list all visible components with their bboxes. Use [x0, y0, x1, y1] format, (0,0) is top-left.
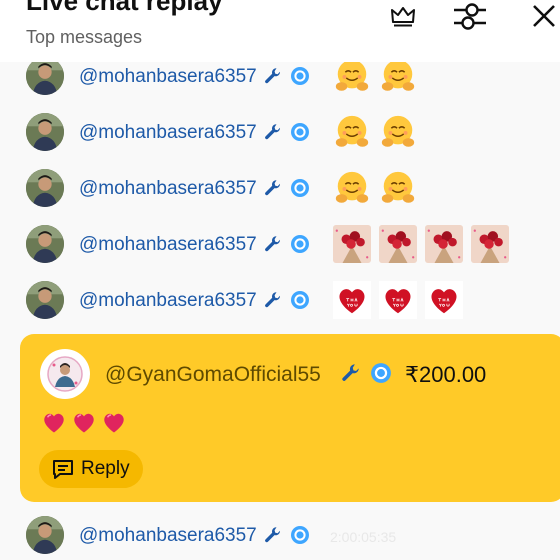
- reply-button[interactable]: Reply: [39, 450, 143, 488]
- red-heart-emoji: [70, 408, 98, 436]
- chat-message[interactable]: @mohanbasera6357: [0, 223, 560, 267]
- message-timestamp: 2:00:05:35: [330, 529, 397, 545]
- verified-icon: [290, 178, 310, 198]
- hug-emoji: [379, 57, 417, 95]
- thank-you-heart-sticker: [333, 281, 371, 319]
- wrench-icon: [263, 525, 283, 545]
- rose-bouquet-sticker: [471, 225, 509, 263]
- hug-emoji: [379, 113, 417, 151]
- verified-icon: [290, 525, 310, 545]
- rose-bouquet-sticker: [379, 225, 417, 263]
- page-title: Live chat replay: [26, 0, 223, 16]
- super-chat-amount: ₹200.00: [405, 362, 487, 387]
- avatar[interactable]: [26, 281, 64, 319]
- thank-you-heart-sticker: [425, 281, 463, 319]
- verified-icon: [370, 362, 392, 384]
- avatar[interactable]: [26, 169, 64, 207]
- wrench-icon: [263, 234, 283, 254]
- thank-you-heart-sticker: [379, 281, 417, 319]
- author-name[interactable]: @mohanbasera6357: [79, 525, 257, 547]
- crown-icon[interactable]: [389, 0, 417, 32]
- chat-message[interactable]: @mohanbasera6357: [0, 167, 560, 211]
- super-chat-card[interactable]: @GyanGomaOfficial55 ₹200.00 Reply: [20, 334, 560, 502]
- avatar[interactable]: [26, 225, 64, 263]
- author-name[interactable]: @mohanbasera6357: [79, 66, 257, 88]
- chat-header: Live chat replay Top messages: [0, 0, 560, 62]
- wrench-icon: [340, 362, 362, 384]
- wrench-icon: [263, 66, 283, 86]
- hug-emoji: [379, 169, 417, 207]
- super-chat-message: [40, 408, 128, 436]
- chat-message[interactable]: @mohanbasera6357 2:00:05:35: [0, 514, 560, 558]
- author-name[interactable]: @mohanbasera6357: [79, 290, 257, 312]
- hug-emoji: [333, 169, 371, 207]
- filter-sliders-icon[interactable]: [450, 0, 490, 32]
- avatar[interactable]: [26, 516, 64, 554]
- author-name[interactable]: @mohanbasera6357: [79, 234, 257, 256]
- chat-message[interactable]: @mohanbasera6357: [0, 111, 560, 155]
- rose-bouquet-sticker: [333, 225, 371, 263]
- wrench-icon: [263, 122, 283, 142]
- hug-emoji: [333, 57, 371, 95]
- avatar[interactable]: [40, 349, 90, 399]
- reply-icon: [53, 460, 73, 479]
- reply-label: Reply: [81, 458, 130, 479]
- wrench-icon: [263, 290, 283, 310]
- avatar[interactable]: [26, 113, 64, 151]
- verified-icon: [290, 66, 310, 86]
- hug-emoji: [333, 113, 371, 151]
- view-mode-label[interactable]: Top messages: [26, 27, 142, 48]
- close-icon[interactable]: [528, 0, 560, 32]
- chat-message[interactable]: @mohanbasera6357: [0, 279, 560, 323]
- verified-icon: [290, 234, 310, 254]
- wrench-icon: [263, 178, 283, 198]
- rose-bouquet-sticker: [425, 225, 463, 263]
- verified-icon: [290, 122, 310, 142]
- avatar[interactable]: [26, 57, 64, 95]
- red-heart-emoji: [100, 408, 128, 436]
- author-name[interactable]: @mohanbasera6357: [79, 178, 257, 200]
- author-name[interactable]: @GyanGomaOfficial55: [105, 363, 321, 387]
- author-name[interactable]: @mohanbasera6357: [79, 122, 257, 144]
- verified-icon: [290, 290, 310, 310]
- red-heart-emoji: [40, 408, 68, 436]
